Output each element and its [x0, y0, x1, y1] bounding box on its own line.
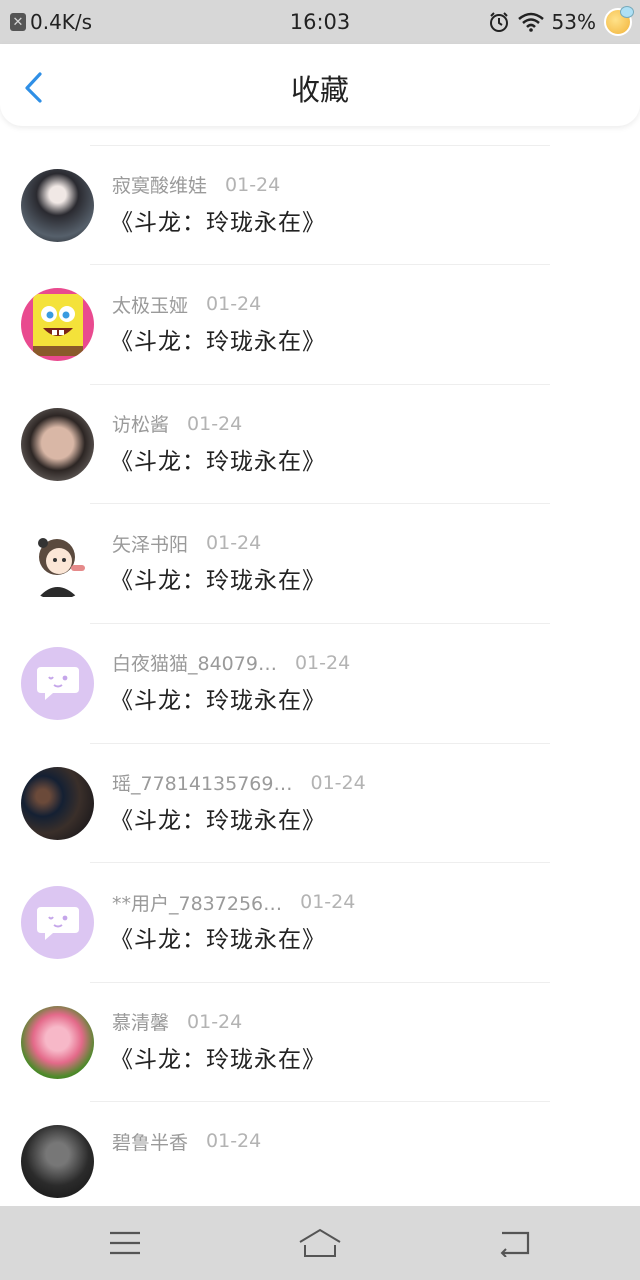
item-meta: 寂寞酸维娃 01-24	[112, 171, 280, 199]
item-date: 01-24	[206, 293, 262, 316]
list-item[interactable]: 白夜猫猫_84079… 01-24 《斗龙：玲珑永在》	[0, 624, 640, 744]
header: 收藏	[0, 44, 640, 126]
item-meta: 访松酱 01-24	[112, 410, 242, 438]
item-meta: 白夜猫猫_84079… 01-24	[112, 649, 350, 677]
book-title: 《斗龙：玲珑永在》	[110, 927, 326, 954]
status-right: 53%	[488, 0, 634, 44]
wifi-icon	[517, 12, 544, 32]
list-item[interactable]: 寂寞酸维娃 01-24 《斗龙：玲珑永在》	[0, 146, 640, 266]
list-item[interactable]: 瑶_77814135769… 01-24 《斗龙：玲珑永在》	[0, 744, 640, 864]
return-button[interactable]	[475, 1206, 555, 1280]
list-item[interactable]: 太极玉娅 01-24 《斗龙：玲珑永在》	[0, 265, 640, 385]
avatar[interactable]	[21, 1125, 94, 1199]
user-name[interactable]: 碧鲁半香	[112, 1128, 188, 1155]
avatar[interactable]	[21, 1005, 94, 1079]
favorites-list[interactable]: 《斗龙：玲珑永在》寂寞酸维娃 01-24 《斗龙：玲珑永在》太极玉娅 01-24 《斗龙…	[0, 126, 640, 1206]
book-title: 《斗龙：玲珑永在》	[110, 1046, 326, 1073]
menu-icon	[110, 1231, 140, 1255]
battery-level: 53%	[551, 10, 596, 34]
default-avatar-icon	[36, 667, 79, 701]
item-date: 01-24	[310, 771, 366, 794]
user-name[interactable]: 寂寞酸维娃	[112, 171, 207, 198]
list-item[interactable]: **用户_7837256… 01-24 《斗龙：玲珑永在》	[0, 863, 640, 983]
home-icon	[299, 1228, 341, 1257]
item-date: 01-24	[294, 651, 351, 674]
book-title: 《斗龙：玲珑永在》	[110, 329, 326, 356]
home-button[interactable]	[280, 1206, 360, 1280]
app-mascot-icon	[604, 6, 634, 36]
default-avatar-icon	[36, 906, 79, 940]
item-meta: 矢泽书阳 01-24	[112, 529, 261, 557]
list-item[interactable]: 矢泽书阳 01-24 《斗龙：玲珑永在》	[0, 504, 640, 624]
book-title: 《斗龙：玲珑永在》	[110, 807, 326, 834]
status-bar: ✕ 0.4K/s 16:03 53%	[0, 0, 640, 44]
item-date: 01-24	[187, 412, 243, 435]
item-date: 01-24	[206, 1130, 262, 1153]
item-date: 01-24	[225, 173, 281, 196]
avatar[interactable]	[21, 527, 94, 601]
item-meta: 慕清馨 01-24	[112, 1008, 242, 1036]
user-name[interactable]: 白夜猫猫_84079…	[112, 649, 277, 676]
menu-button[interactable]	[85, 1206, 165, 1280]
item-meta: 瑶_77814135769… 01-24	[112, 769, 366, 797]
item-date: 01-24	[300, 891, 356, 914]
avatar[interactable]	[21, 646, 94, 720]
user-name[interactable]: 访松酱	[112, 410, 169, 437]
user-name[interactable]: 瑶_77814135769…	[112, 769, 292, 796]
item-meta: 太极玉娅 01-24	[112, 290, 261, 318]
item-meta: **用户_7837256… 01-24	[112, 888, 355, 916]
user-name[interactable]: 矢泽书阳	[112, 530, 188, 557]
book-title: 《斗龙：玲珑永在》	[110, 209, 326, 236]
book-title: 《斗龙：玲珑永在》	[110, 568, 326, 595]
alarm-icon	[489, 12, 508, 32]
list-item[interactable]: 慕清馨 01-24 《斗龙：玲珑永在》	[0, 983, 640, 1103]
avatar[interactable]	[21, 766, 94, 840]
list-item[interactable]: 访松酱 01-24 《斗龙：玲珑永在》	[0, 385, 640, 505]
avatar[interactable]	[21, 886, 94, 960]
item-meta: 碧鲁半香 01-24	[112, 1127, 261, 1155]
book-title: 《斗龙：玲珑永在》	[110, 687, 326, 714]
user-name[interactable]: 太极玉娅	[112, 291, 188, 318]
list-item[interactable]: 碧鲁半香 01-24	[0, 1102, 640, 1206]
user-name[interactable]: 慕清馨	[112, 1008, 169, 1035]
item-date: 01-24	[206, 532, 262, 555]
sponge-avatar-icon	[33, 294, 83, 357]
anime-avatar-icon	[38, 538, 85, 598]
avatar[interactable]	[21, 288, 94, 362]
user-name[interactable]: **用户_7837256…	[112, 889, 282, 916]
return-icon	[500, 1231, 530, 1257]
page-title: 收藏	[290, 73, 349, 107]
system-nav-bar	[0, 1206, 640, 1280]
avatar[interactable]	[21, 168, 94, 242]
avatar[interactable]	[21, 407, 94, 481]
item-date: 01-24	[187, 1010, 243, 1033]
book-title: 《斗龙：玲珑永在》	[110, 448, 326, 475]
